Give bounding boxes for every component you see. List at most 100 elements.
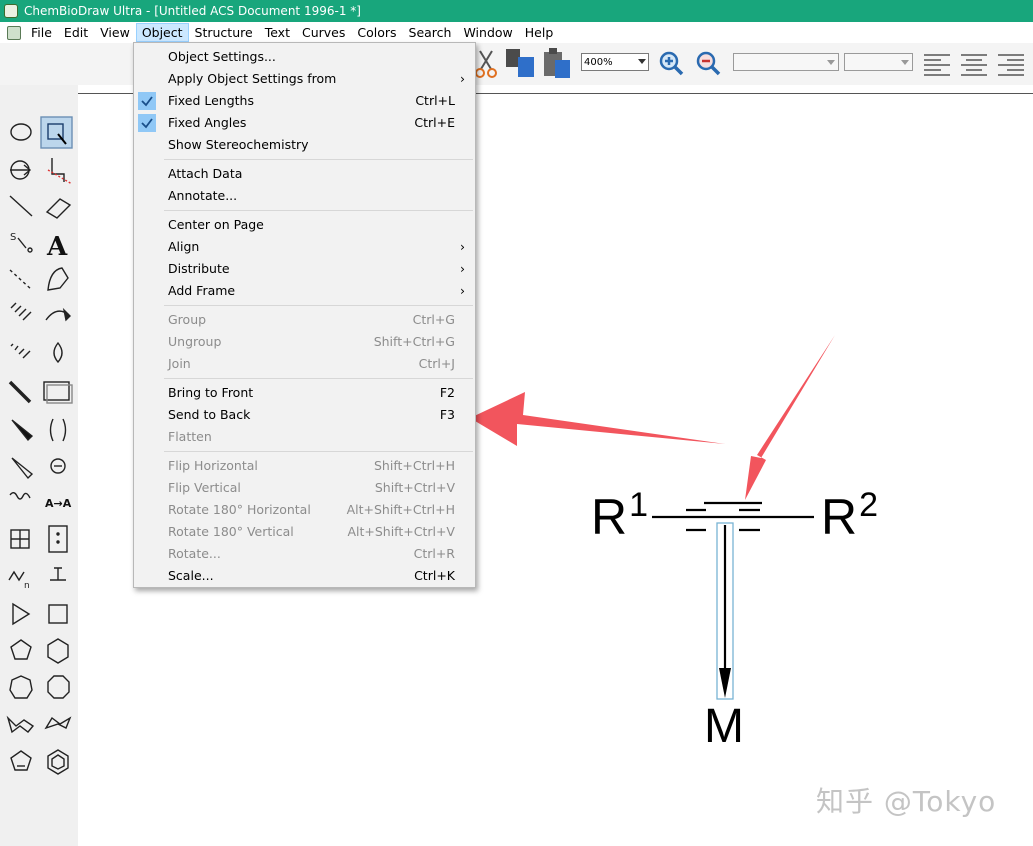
- align-right-icon[interactable]: [997, 52, 1025, 76]
- text-tool-icon[interactable]: A: [46, 232, 68, 262]
- menu-item-fixed-lengths[interactable]: Fixed Lengths Ctrl+L: [134, 90, 475, 112]
- menu-item-flip-horizontal[interactable]: Flip Horizontal Shift+Ctrl+H: [134, 455, 475, 477]
- marquee-select-tool-icon[interactable]: [40, 116, 73, 149]
- menu-item-distribute[interactable]: Distribute ›: [134, 258, 475, 280]
- menu-separator: [164, 159, 473, 160]
- copy-icon[interactable]: [504, 47, 538, 79]
- paste-icon[interactable]: [541, 46, 573, 80]
- menu-text[interactable]: Text: [259, 23, 296, 42]
- menu-item-fixed-angles[interactable]: Fixed Angles Ctrl+E: [134, 112, 475, 134]
- menu-window[interactable]: Window: [457, 23, 518, 42]
- watermark: 知乎 @Tokyo: [816, 785, 997, 818]
- orbital-tool-icon[interactable]: [53, 341, 63, 364]
- object-menu-dropdown: Object Settings... Apply Object Settings…: [133, 42, 476, 588]
- menu-item-group[interactable]: Group Ctrl+G: [134, 309, 475, 331]
- menu-item-align[interactable]: Align ›: [134, 236, 475, 258]
- menu-item-apply-object-settings[interactable]: Apply Object Settings from ›: [134, 68, 475, 90]
- cyclohexane-chair-1-icon[interactable]: [6, 715, 35, 734]
- query-tool-icon[interactable]: A→A: [45, 497, 72, 510]
- menu-item-annotate[interactable]: Annotate...: [134, 185, 475, 207]
- menu-separator: [164, 451, 473, 452]
- menu-item-rotate[interactable]: Rotate... Ctrl+R: [134, 543, 475, 565]
- menu-structure[interactable]: Structure: [189, 23, 259, 42]
- menu-help[interactable]: Help: [519, 23, 560, 42]
- wavy-bond-icon[interactable]: [9, 492, 31, 500]
- zoom-in-icon[interactable]: [659, 51, 685, 77]
- triangle-ring-icon[interactable]: [12, 602, 31, 626]
- zoom-out-icon[interactable]: [696, 51, 722, 77]
- hollow-wedge-bond-icon[interactable]: [11, 457, 34, 480]
- chevron-right-icon: ›: [460, 71, 465, 86]
- chevron-right-icon: ›: [460, 283, 465, 298]
- eraser-icon[interactable]: [45, 198, 72, 219]
- checkmark-icon: [138, 92, 156, 110]
- menu-item-center-on-page[interactable]: Center on Page: [134, 214, 475, 236]
- templates-icon[interactable]: [50, 567, 66, 581]
- solid-bond-icon[interactable]: [9, 195, 33, 217]
- menu-item-rotate-180-vertical[interactable]: Rotate 180° Vertical Alt+Shift+Ctrl+V: [134, 521, 475, 543]
- menu-curves[interactable]: Curves: [296, 23, 351, 42]
- menu-edit[interactable]: Edit: [58, 23, 94, 42]
- chain-tool-icon[interactable]: S: [10, 232, 16, 243]
- font-family-select[interactable]: [733, 53, 839, 71]
- tool-palette-icons: S A A→A n: [6, 116, 73, 775]
- cut-icon[interactable]: [474, 49, 498, 79]
- menu-item-rotate-180-horizontal[interactable]: Rotate 180° Horizontal Alt+Shift+Ctrl+H: [134, 499, 475, 521]
- dashed-bond-icon[interactable]: [9, 269, 33, 291]
- menu-separator: [164, 210, 473, 211]
- menu-item-ungroup[interactable]: Ungroup Shift+Ctrl+G: [134, 331, 475, 353]
- align-left-icon[interactable]: [923, 52, 951, 76]
- chevron-right-icon: ›: [460, 239, 465, 254]
- tlc-plate-icon[interactable]: [48, 525, 68, 553]
- menu-item-show-stereochemistry[interactable]: Show Stereochemistry: [134, 134, 475, 156]
- lasso-tool-icon[interactable]: [10, 123, 32, 141]
- heptagon-ring-icon[interactable]: [9, 675, 33, 699]
- wedge-bond-icon[interactable]: [11, 419, 34, 442]
- hexagon-ring-icon[interactable]: [47, 638, 69, 664]
- menu-item-attach-data[interactable]: Attach Data: [134, 163, 475, 185]
- menu-bar: File Edit View Object Structure Text Cur…: [0, 22, 1033, 43]
- checkmark-icon: [138, 114, 156, 132]
- menu-item-add-frame[interactable]: Add Frame ›: [134, 280, 475, 302]
- annotation-arrow-down: [745, 335, 835, 500]
- document-control-icon[interactable]: [7, 25, 21, 40]
- font-size-select[interactable]: [844, 53, 913, 71]
- menu-separator: [164, 305, 473, 306]
- hashed-bond-icon[interactable]: [10, 302, 32, 321]
- align-center-icon[interactable]: [960, 52, 988, 76]
- title-bar: ChemBioDraw Ultra - [Untitled ACS Docume…: [0, 0, 1033, 22]
- hashed-wedge-bond-icon[interactable]: [10, 343, 31, 359]
- menu-item-join[interactable]: Join Ctrl+J: [134, 353, 475, 375]
- zoom-level-value: 400%: [584, 57, 613, 68]
- chevron-down-icon: [901, 60, 909, 65]
- annotation-arrow-left: [470, 392, 725, 446]
- chevron-down-icon: [638, 59, 646, 64]
- annotation-arrows: [470, 335, 835, 500]
- menu-view[interactable]: View: [94, 23, 136, 42]
- menu-file[interactable]: File: [25, 23, 58, 42]
- octagon-ring-icon[interactable]: [47, 675, 70, 699]
- metal-label: M: [704, 700, 744, 753]
- benzene-icon[interactable]: [47, 749, 69, 775]
- menu-item-send-to-back[interactable]: Send to Back F3: [134, 404, 475, 426]
- menu-search[interactable]: Search: [403, 23, 458, 42]
- menu-item-flip-vertical[interactable]: Flip Vertical Shift+Ctrl+V: [134, 477, 475, 499]
- alkyne-metal-complex: [652, 501, 814, 700]
- menu-object[interactable]: Object: [135, 23, 189, 42]
- menu-item-scale[interactable]: Scale... Ctrl+K: [134, 565, 475, 587]
- brackets-icon[interactable]: [49, 418, 67, 442]
- zoom-level-select[interactable]: 400%: [581, 53, 649, 71]
- bold-bond-icon[interactable]: [8, 380, 32, 404]
- menu-item-flatten[interactable]: Flatten: [134, 426, 475, 448]
- cyclopentadiene-icon[interactable]: [10, 750, 32, 771]
- menu-colors[interactable]: Colors: [351, 23, 402, 42]
- square-ring-icon[interactable]: [48, 604, 68, 624]
- pen-tool-icon[interactable]: [47, 267, 69, 291]
- menu-item-bring-to-front[interactable]: Bring to Front F2: [134, 382, 475, 404]
- cyclohexane-chair-2-icon[interactable]: [44, 716, 72, 730]
- pentagon-ring-icon[interactable]: [10, 639, 32, 660]
- menu-item-object-settings[interactable]: Object Settings...: [134, 46, 475, 68]
- app-logo-icon: [4, 4, 18, 18]
- acyclic-chain-icon[interactable]: [8, 570, 25, 582]
- menu-separator: [164, 378, 473, 379]
